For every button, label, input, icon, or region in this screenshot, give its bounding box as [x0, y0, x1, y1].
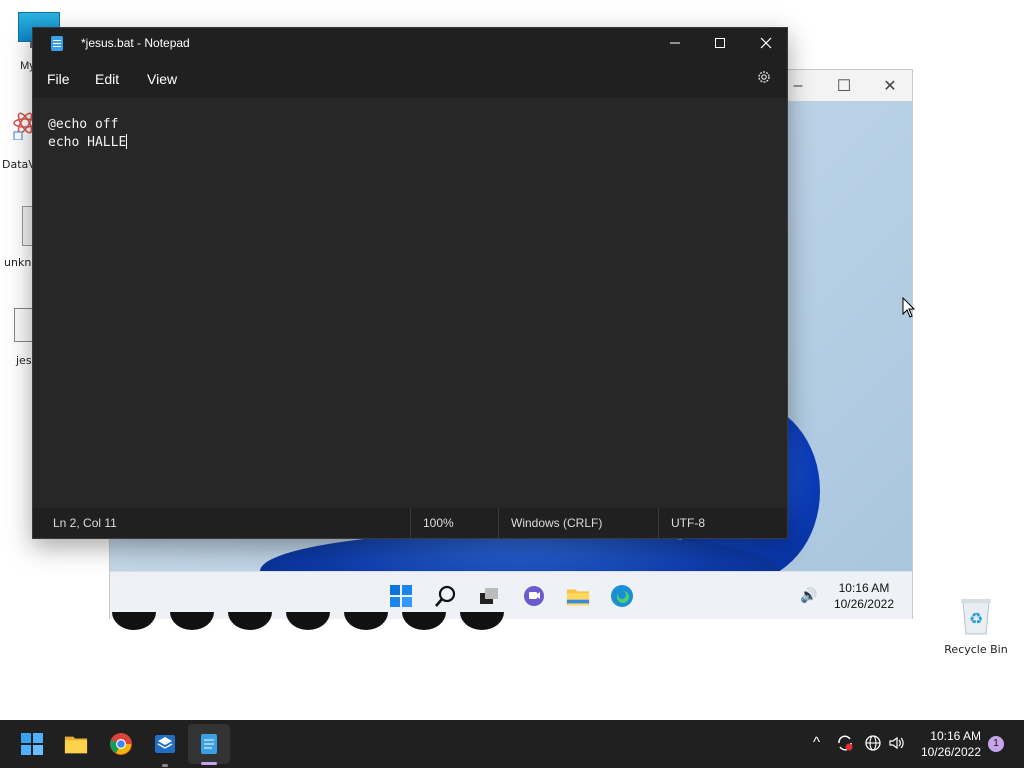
batch-file-icon [14, 308, 34, 342]
menu-edit[interactable]: Edit [95, 71, 119, 87]
status-zoom: 100% [410, 508, 454, 538]
status-position: Ln 2, Col 11 [53, 516, 117, 530]
close-icon[interactable] [743, 28, 789, 58]
text-caret [126, 134, 128, 149]
chat-icon[interactable] [522, 584, 546, 608]
text-editor[interactable]: @echo off echo HALLE [33, 98, 787, 508]
notification-badge[interactable]: 1 [988, 736, 1004, 752]
running-indicator [162, 764, 168, 767]
active-app-indicator [201, 762, 217, 765]
file-explorer-icon[interactable] [566, 584, 590, 608]
recycle-bin-label: Recycle Bin [944, 643, 1008, 656]
status-line-ending: Windows (CRLF) [498, 508, 602, 538]
edge-icon[interactable] [610, 584, 634, 608]
desktop-icon-label: jes [16, 354, 32, 367]
background-dark-shapes [112, 612, 572, 630]
windows-start-icon[interactable] [20, 732, 44, 756]
status-bar: Ln 2, Col 11 100% Windows (CRLF) UTF-8 [33, 508, 787, 538]
notepad-titlebar[interactable]: *jesus.bat - Notepad [33, 28, 787, 58]
notepad-taskbar-icon[interactable] [197, 732, 221, 756]
vm-time: 10:16 AM [838, 581, 890, 595]
desktop-icon-label: DataV [2, 158, 36, 171]
editor-line-active: echo HALLE [48, 134, 772, 152]
vm-maximize-icon[interactable]: ☐ [822, 75, 866, 97]
minimize-icon[interactable] [652, 28, 698, 58]
editor-line-text: echo HALLE [48, 135, 127, 150]
clock-time: 10:16 AM [930, 729, 981, 743]
file-explorer-icon[interactable] [64, 732, 88, 756]
system-clock[interactable]: 10:16 AM 10/26/2022 [921, 728, 981, 760]
desktop-icon-recycle-bin[interactable]: ♻ Recycle Bin [944, 596, 1008, 656]
chrome-icon[interactable] [109, 732, 133, 756]
gear-icon[interactable] [755, 69, 773, 87]
menu-file[interactable]: File [47, 71, 70, 87]
notepad-window[interactable]: *jesus.bat - Notepad File Edit View @ech… [32, 27, 788, 539]
task-view-icon[interactable] [477, 584, 501, 608]
menu-view[interactable]: View [147, 71, 177, 87]
chevron-up-icon[interactable]: ^ [813, 734, 820, 751]
mouse-cursor-icon [902, 297, 916, 318]
recycle-bin-icon: ♻ [961, 599, 991, 635]
virtualbox-icon[interactable] [153, 732, 177, 756]
speaker-icon[interactable] [888, 734, 906, 756]
windows-start-icon[interactable] [389, 584, 413, 608]
status-encoding: UTF-8 [658, 508, 705, 538]
menu-bar: File Edit View [33, 58, 787, 98]
notepad-app-icon [51, 36, 63, 51]
vm-close-icon[interactable]: ✕ [868, 75, 912, 97]
vm-clock[interactable]: 10:16 AM 10/26/2022 [834, 580, 894, 612]
vm-date: 10/26/2022 [833, 597, 894, 611]
globe-icon[interactable] [864, 734, 882, 756]
taskbar: ^ 10:16 AM 10/26/2022 1 [0, 720, 1024, 768]
speaker-icon[interactable]: 🔊 [800, 587, 817, 604]
sync-alert-icon[interactable] [836, 734, 854, 756]
window-title: *jesus.bat - Notepad [81, 36, 190, 50]
desktop-icon-label: unkn [4, 256, 32, 269]
editor-line: @echo off [48, 117, 119, 132]
clock-date: 10/26/2022 [920, 745, 981, 759]
search-icon[interactable] [434, 584, 458, 608]
maximize-icon[interactable] [697, 28, 743, 58]
svg-text:♻: ♻ [969, 609, 983, 628]
